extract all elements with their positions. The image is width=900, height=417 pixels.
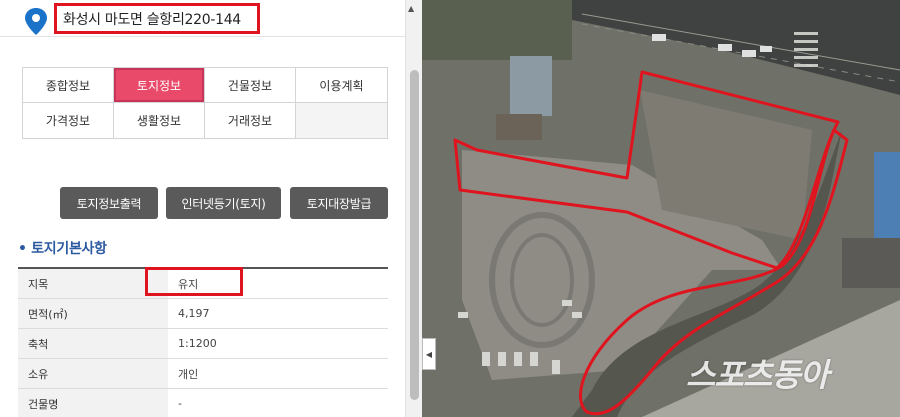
table-row: 소유 개인	[18, 359, 388, 389]
table-row: 축척 1:1200	[18, 329, 388, 359]
address-highlight: 화성시 마도면 슬항리220-144	[54, 3, 260, 34]
table-value: 개인	[178, 367, 199, 381]
table-value: 1:1200	[178, 337, 217, 350]
tab-land-info[interactable]: 토지정보	[114, 68, 205, 103]
watermark-logo: 스포츠동아	[686, 356, 829, 394]
table-value: -	[178, 397, 182, 410]
land-info-print-button[interactable]: 토지정보출력	[60, 187, 158, 219]
internet-registry-button[interactable]: 인터넷등기(토지)	[166, 187, 281, 219]
land-category-highlight	[145, 267, 243, 296]
address-text: 화성시 마도면 슬항리220-144	[63, 12, 241, 28]
table-value: 4,197	[178, 307, 210, 320]
tab-living-info[interactable]: 생활정보	[114, 103, 205, 138]
tab-price-info[interactable]: 가격정보	[23, 103, 114, 138]
table-key: 면적(㎡)	[18, 299, 168, 328]
table-key: 축척	[18, 329, 168, 358]
tab-building-info[interactable]: 건물정보	[205, 68, 296, 103]
chevron-left-icon[interactable]: ◀	[422, 338, 436, 370]
chevron-up-icon[interactable]: ▲	[408, 4, 414, 13]
scrollbar-thumb[interactable]	[410, 70, 419, 400]
location-pin-icon	[25, 8, 47, 35]
map-imagery	[422, 0, 900, 417]
land-info-panel: 화성시 마도면 슬항리220-144 종합정보 토지정보 건물정보 이용계획 가…	[0, 0, 422, 417]
info-tabs: 종합정보 토지정보 건물정보 이용계획 가격정보 생활정보 거래정보	[22, 67, 388, 139]
table-key: 건물명	[18, 389, 168, 417]
satellite-map[interactable]	[422, 0, 900, 417]
land-ledger-issue-button[interactable]: 토지대장발급	[290, 187, 388, 219]
address-bar: 화성시 마도면 슬항리220-144	[0, 0, 405, 37]
table-row: 건물명 -	[18, 389, 388, 417]
tab-empty	[296, 103, 387, 138]
section-title: • 토지기본사항	[18, 241, 107, 257]
tab-transaction-info[interactable]: 거래정보	[205, 103, 296, 138]
tab-general-info[interactable]: 종합정보	[23, 68, 114, 103]
table-key: 소유	[18, 359, 168, 388]
tab-land-use-plan[interactable]: 이용계획	[296, 68, 387, 103]
table-row: 면적(㎡) 4,197	[18, 299, 388, 329]
